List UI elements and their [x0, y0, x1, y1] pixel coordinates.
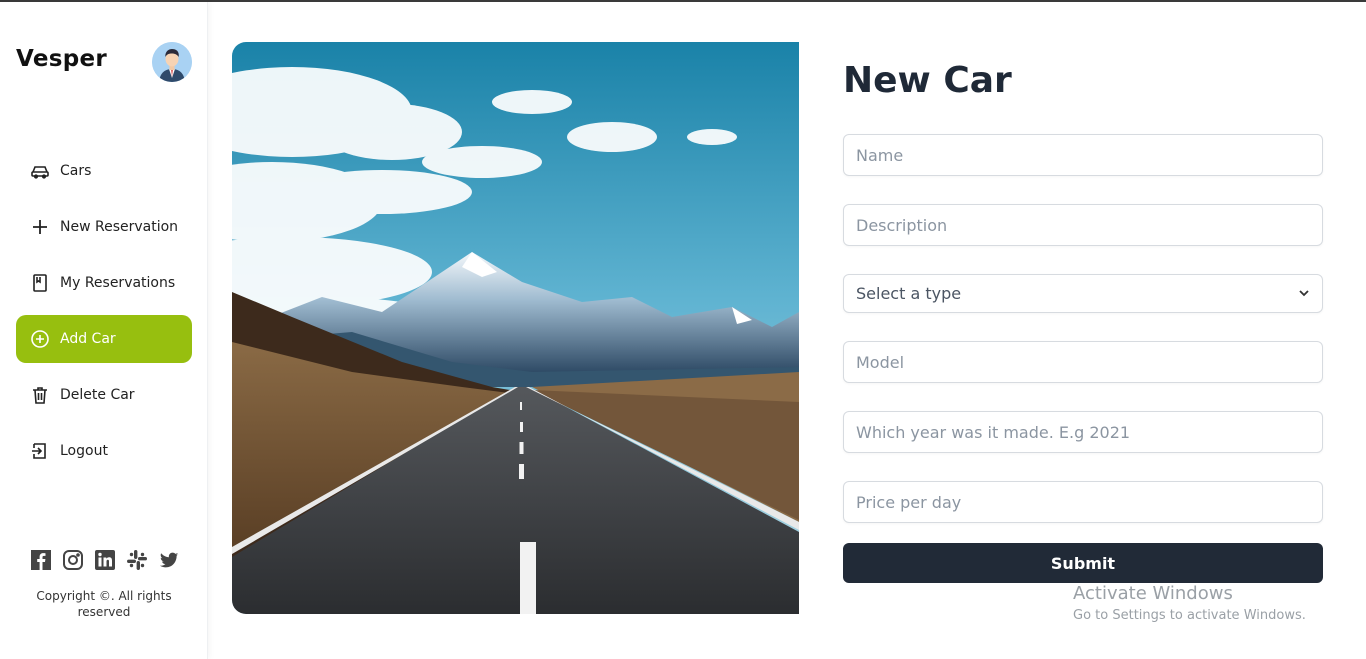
- road-landscape-illustration: [232, 42, 799, 614]
- sidebar-item-label: Add Car: [60, 331, 116, 347]
- name-input[interactable]: [843, 134, 1323, 176]
- bookmark-icon: [30, 273, 50, 293]
- facebook-icon[interactable]: [30, 549, 52, 571]
- social-links: [30, 549, 180, 571]
- model-input[interactable]: [843, 341, 1323, 383]
- sidebar-item-label: Cars: [60, 163, 92, 179]
- year-input[interactable]: [843, 411, 1323, 453]
- car-icon: [30, 161, 50, 181]
- sidebar-item-my-reservations[interactable]: My Reservations: [16, 259, 192, 307]
- chevron-down-icon: [1298, 284, 1310, 303]
- sidebar-item-cars[interactable]: Cars: [16, 147, 192, 195]
- page-title: New Car: [843, 60, 1012, 101]
- description-input[interactable]: [843, 204, 1323, 246]
- plus-circle-icon: [30, 329, 50, 349]
- user-avatar[interactable]: [152, 42, 192, 82]
- sidebar-item-new-reservation[interactable]: New Reservation: [16, 203, 192, 251]
- type-select-value: Select a type: [856, 284, 962, 303]
- logout-icon: [30, 441, 50, 461]
- sidebar-item-label: Delete Car: [60, 387, 135, 403]
- trash-icon: [30, 385, 50, 405]
- price-input[interactable]: [843, 481, 1323, 523]
- slack-icon[interactable]: [126, 549, 148, 571]
- sidebar-item-label: Logout: [60, 443, 108, 459]
- instagram-icon[interactable]: [62, 549, 84, 571]
- watermark-subtitle: Go to Settings to activate Windows.: [1073, 608, 1306, 623]
- watermark-title: Activate Windows: [1073, 583, 1233, 604]
- hero-road-image: [232, 42, 799, 614]
- sidebar-item-add-car[interactable]: Add Car: [16, 315, 192, 363]
- sidebar-item-delete-car[interactable]: Delete Car: [16, 371, 192, 419]
- windows-activation-watermark: Activate Windows Go to Settings to activ…: [1073, 583, 1306, 623]
- twitter-icon[interactable]: [158, 549, 180, 571]
- brand-logo[interactable]: Vesper: [16, 46, 107, 72]
- submit-button[interactable]: Submit: [843, 543, 1323, 583]
- sidebar-item-logout[interactable]: Logout: [16, 427, 192, 475]
- sidebar-item-label: New Reservation: [60, 219, 179, 235]
- sidebar: Vesper Cars New Reservation My Reservati…: [0, 2, 208, 659]
- type-select[interactable]: Select a type: [843, 274, 1323, 313]
- plus-icon: [30, 217, 50, 237]
- linkedin-icon[interactable]: [94, 549, 116, 571]
- copyright-text: Copyright ©. All rights reserved: [36, 589, 172, 619]
- sidebar-nav: Cars New Reservation My Reservations Add…: [16, 147, 192, 483]
- sidebar-item-label: My Reservations: [60, 275, 176, 291]
